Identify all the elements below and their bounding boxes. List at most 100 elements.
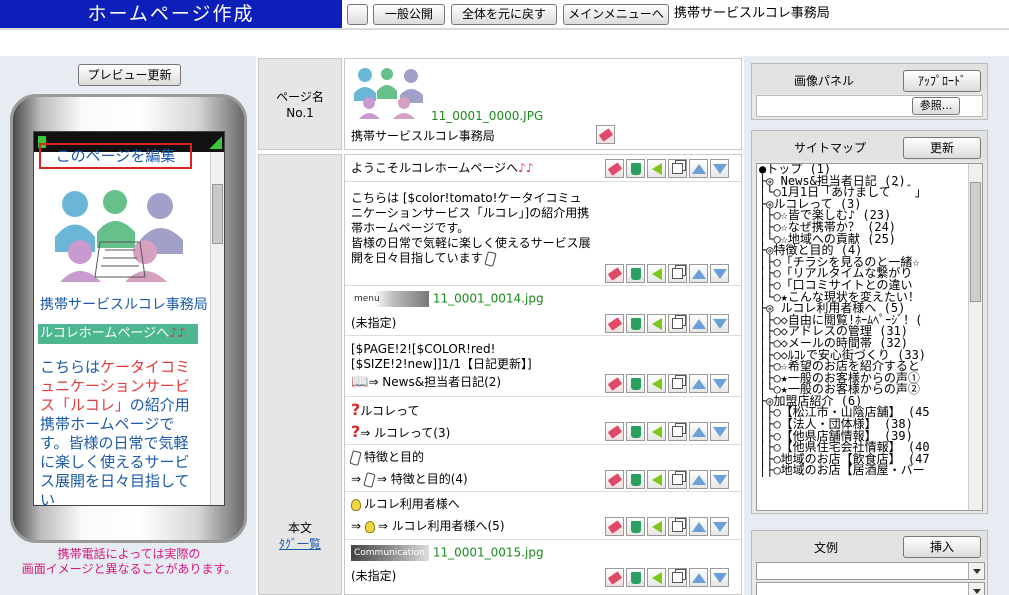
copy-button[interactable] xyxy=(668,470,687,489)
delete-button[interactable] xyxy=(626,568,645,587)
move-up-button[interactable] xyxy=(689,264,708,283)
bunrei-select-2[interactable] xyxy=(756,582,985,595)
move-down-button[interactable] xyxy=(710,314,729,333)
preview-note: 携帯電話によっては実際の 画面イメージと異なることがあります。 xyxy=(0,547,258,577)
row-actions xyxy=(605,314,729,333)
row-image-line: Communication 11_0001_0015.jpg xyxy=(351,545,591,561)
move-up-button[interactable] xyxy=(689,314,708,333)
move-down-button[interactable] xyxy=(710,374,729,393)
delete-button[interactable] xyxy=(626,422,645,441)
move-down-button[interactable] xyxy=(710,422,729,441)
sitemap-tree[interactable]: ●トップ (1) ├◎ News&担当者日記 (2) │└○1月1日「あけまして＾＾… xyxy=(759,164,969,477)
insert-button[interactable] xyxy=(647,314,666,333)
edit-button[interactable] xyxy=(605,264,624,283)
edit-eraser-button[interactable] xyxy=(596,125,615,144)
preview-welcome-text: ルコレホームページへ xyxy=(40,326,170,341)
move-up-button[interactable] xyxy=(689,517,708,536)
move-down-button[interactable] xyxy=(710,159,729,178)
sitemap-list[interactable]: ●トップ (1) ├◎ News&担当者日記 (2) │└○1月1日「あけまして＾＾… xyxy=(756,163,983,511)
browse-button[interactable]: 参照... xyxy=(912,97,960,115)
publish-button[interactable]: 一般公開 xyxy=(373,4,445,25)
delete-button[interactable] xyxy=(626,159,645,178)
blank-button[interactable] xyxy=(347,4,368,25)
insert-button[interactable] xyxy=(647,422,666,441)
copy-button[interactable] xyxy=(668,314,687,333)
upload-button[interactable]: ｱｯﾌﾟﾛｰﾄﾞ xyxy=(903,70,981,92)
triangle-down-icon xyxy=(712,163,727,174)
row-actions xyxy=(605,159,729,178)
triangle-left-icon xyxy=(651,571,662,584)
copy-button[interactable] xyxy=(668,568,687,587)
main-menu-button[interactable]: メインメニューへ xyxy=(563,4,669,25)
move-up-button[interactable] xyxy=(689,422,708,441)
copy-icon xyxy=(672,426,683,437)
edit-button[interactable] xyxy=(605,568,624,587)
insert-button[interactable] xyxy=(647,568,666,587)
insert-button[interactable] xyxy=(647,517,666,536)
preview-update-button[interactable]: プレビュー更新 xyxy=(78,64,181,86)
triangle-up-icon xyxy=(691,426,706,437)
sitemap-update-button[interactable]: 更新 xyxy=(903,137,981,159)
chevron-down-icon[interactable] xyxy=(968,583,984,595)
page-image-filename: 11_0001_0000.JPG xyxy=(431,109,544,123)
insert-template-button[interactable]: 挿入 xyxy=(903,536,981,558)
edit-button[interactable] xyxy=(605,422,624,441)
row-image-filename: 11_0001_0015.jpg xyxy=(432,545,544,560)
insert-button[interactable] xyxy=(647,374,666,393)
delete-button[interactable] xyxy=(626,374,645,393)
move-down-button[interactable] xyxy=(710,264,729,283)
sitemap-scrollbar[interactable] xyxy=(968,164,982,510)
row-link-text: ?⇒ ルコレって(3) xyxy=(351,422,451,441)
music-note-icon: ♪♪ xyxy=(518,161,534,175)
insert-button[interactable] xyxy=(647,264,666,283)
copy-button[interactable] xyxy=(668,422,687,441)
delete-button[interactable] xyxy=(626,470,645,489)
bunrei-label: 文例 xyxy=(814,541,839,555)
trash-icon xyxy=(630,520,641,533)
bunrei-select-1[interactable] xyxy=(756,562,985,580)
sitemap-item[interactable]: │├○地域のお店【居酒屋・バー xyxy=(759,465,969,477)
row-image-thumbnail[interactable]: Communication xyxy=(351,545,429,561)
trash-icon xyxy=(630,162,641,175)
reset-all-button[interactable]: 全体を元に戻す xyxy=(451,4,557,25)
sitemap-scroll-thumb[interactable] xyxy=(970,182,981,302)
copy-button[interactable] xyxy=(668,159,687,178)
triangle-up-icon xyxy=(691,521,706,532)
chevron-down-icon[interactable] xyxy=(968,563,984,579)
bulb-icon xyxy=(351,498,361,511)
edit-button[interactable] xyxy=(605,159,624,178)
triangle-up-icon xyxy=(691,572,706,583)
triangle-left-icon xyxy=(651,520,662,533)
preview-scrollbar[interactable] xyxy=(210,152,224,505)
delete-button[interactable] xyxy=(626,517,645,536)
triangle-up-icon xyxy=(691,378,706,389)
insert-button[interactable] xyxy=(647,470,666,489)
row-text: ?ルコレって xyxy=(351,400,420,419)
move-up-button[interactable] xyxy=(689,568,708,587)
copy-button[interactable] xyxy=(668,374,687,393)
page-image-thumbnail[interactable] xyxy=(349,63,429,121)
preview-scroll-thumb[interactable] xyxy=(212,184,223,244)
copy-button[interactable] xyxy=(668,264,687,283)
move-down-button[interactable] xyxy=(710,568,729,587)
copy-button[interactable] xyxy=(668,517,687,536)
edit-page-link[interactable]: このページを編集 xyxy=(39,143,192,169)
move-up-button[interactable] xyxy=(689,470,708,489)
move-down-button[interactable] xyxy=(710,517,729,536)
edit-button[interactable] xyxy=(605,517,624,536)
insert-button[interactable] xyxy=(647,159,666,178)
phone-screen: このページを編集 携帯サービスルコレ事務局 ルコレホームページへ♪♪ こちらはケ… xyxy=(33,131,225,506)
edit-button[interactable] xyxy=(605,374,624,393)
delete-button[interactable] xyxy=(626,314,645,333)
tag-list-link[interactable]: ﾀｸﾞ一覧 xyxy=(279,537,321,551)
edit-button[interactable] xyxy=(605,470,624,489)
row-image-thumbnail[interactable]: menu xyxy=(351,291,429,307)
trash-icon xyxy=(630,317,641,330)
move-up-button[interactable] xyxy=(689,374,708,393)
move-down-button[interactable] xyxy=(710,470,729,489)
edit-button[interactable] xyxy=(605,314,624,333)
header-divider xyxy=(0,28,1009,30)
preview-note-line1: 携帯電話によっては実際の xyxy=(57,547,201,561)
move-up-button[interactable] xyxy=(689,159,708,178)
delete-button[interactable] xyxy=(626,264,645,283)
